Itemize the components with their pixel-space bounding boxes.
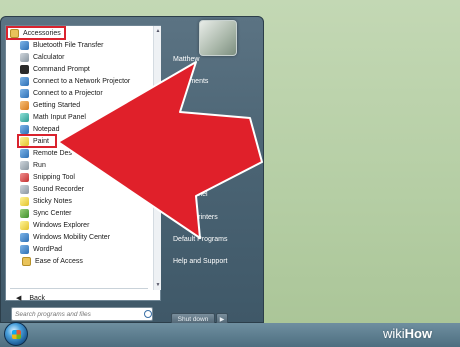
- wikihow-watermark: wikiHow: [383, 326, 432, 341]
- red-arrow-icon: [57, 61, 263, 239]
- watermark-part1: wiki: [383, 326, 405, 341]
- pointer-arrow-graphic: [57, 61, 263, 239]
- watermark-part2: How: [404, 326, 433, 341]
